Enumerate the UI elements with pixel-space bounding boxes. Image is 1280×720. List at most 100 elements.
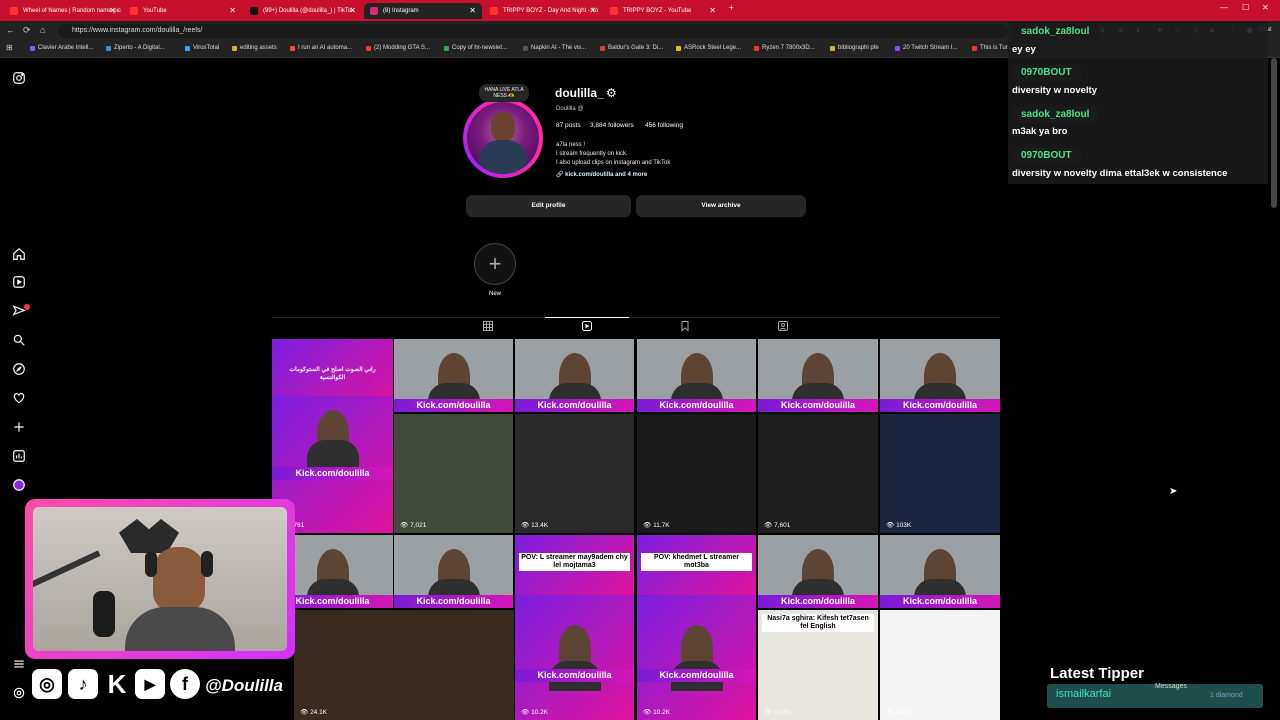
- reel-tile[interactable]: Kick.com/doulilla: [758, 535, 878, 608]
- reel-tile[interactable]: Kick.com/doulilla 👁 10.2K: [515, 595, 634, 720]
- browser-tab[interactable]: TRIPPY BOYZ - Day And Night - Yo ✕: [484, 3, 602, 19]
- reel-tile[interactable]: 👁 13.4K: [515, 414, 634, 533]
- edit-profile-button[interactable]: Edit profile: [466, 195, 631, 217]
- profile-tabs-divider: [272, 317, 1000, 318]
- apps-grid-icon[interactable]: ⊞: [6, 43, 13, 52]
- close-tab-icon[interactable]: ✕: [349, 3, 356, 19]
- reel-tile[interactable]: Kick.com/doulilla: [394, 535, 513, 608]
- reel-tile[interactable]: 👁 103K: [880, 414, 1000, 533]
- reel-tile[interactable]: 👁 7,021: [394, 414, 513, 533]
- close-tab-icon[interactable]: ✕: [109, 3, 116, 19]
- reel-view-count-text: 13.4K: [531, 522, 549, 529]
- close-tab-icon[interactable]: ✕: [229, 3, 236, 19]
- reel-tile[interactable]: Kick.com/doulilla: [515, 339, 634, 412]
- reel-tile[interactable]: Kick.com/doulilla: [637, 339, 756, 412]
- bookmark-item[interactable]: (2) Modding GTA S...: [366, 45, 430, 51]
- followers-count[interactable]: 3,884 followers: [590, 122, 634, 129]
- back-icon[interactable]: ←: [6, 25, 15, 35]
- more-menu-icon[interactable]: [12, 657, 26, 671]
- reload-icon[interactable]: ⟳: [23, 25, 31, 36]
- tab-posts-grid-icon[interactable]: [481, 320, 495, 334]
- messages-button[interactable]: Messages: [1155, 683, 1187, 690]
- bookmark-item[interactable]: Copy of hr-newslet...: [444, 45, 507, 51]
- bookmark-item[interactable]: This is Tur...: [972, 45, 1012, 51]
- reel-tile[interactable]: Kick.com/doulilla: [394, 339, 513, 412]
- minimize-icon[interactable]: —: [1220, 3, 1228, 12]
- reel-caption-text: Kick.com/doulilla: [902, 596, 978, 606]
- settings-gear-icon[interactable]: ⚙: [606, 86, 617, 100]
- bookmark-item[interactable]: Ziperto - A Digital...: [106, 45, 165, 51]
- reel-tile[interactable]: POV: khedmet L streamer mot3ba: [637, 535, 756, 595]
- browser-tab-active[interactable]: (8) Instagram ✕: [364, 3, 482, 19]
- reel-tile[interactable]: POV: L streamer may9adem chy lel mojtama…: [515, 535, 634, 595]
- profile-avatar-icon[interactable]: [12, 478, 26, 492]
- tab-tagged-icon[interactable]: [776, 320, 790, 334]
- close-tab-icon[interactable]: ✕: [589, 3, 596, 19]
- latest-tipper-title: Latest Tipper: [1050, 665, 1144, 682]
- reel-tile[interactable]: Nasi7a sghira: Kifesh tet7asen fel Engli…: [758, 610, 878, 720]
- reel-caption-text: Kick.com/doulilla: [780, 596, 856, 606]
- reel-caption-text: Kick.com/doulilla: [902, 400, 978, 410]
- threads-badge-icon[interactable]: @: [577, 106, 583, 112]
- reels-icon[interactable]: [12, 275, 26, 289]
- reel-tile[interactable]: Kick.com/doulilla: [758, 339, 878, 412]
- reel-view-count: 👁 11.7K: [643, 521, 670, 529]
- bookmark-item[interactable]: bibliographi pfe: [830, 45, 879, 51]
- home-icon[interactable]: [12, 247, 26, 261]
- profile-username: doulilla_: [555, 86, 604, 100]
- browser-tab[interactable]: YouTube ✕: [124, 3, 242, 19]
- reel-tile[interactable]: Kick.com/doulilla: [880, 339, 1000, 412]
- close-window-icon[interactable]: ✕: [1262, 3, 1269, 12]
- bio-link[interactable]: 🔗 kick.com/doulilla and 4 more: [556, 171, 647, 178]
- browser-tab[interactable]: Wheel of Names | Random name pic ✕: [4, 3, 122, 19]
- create-plus-icon[interactable]: [12, 420, 26, 434]
- kick-icon: K: [102, 669, 132, 699]
- instagram-logo-icon[interactable]: [12, 71, 26, 85]
- reel-tile[interactable]: 👁 11.7K: [637, 414, 756, 533]
- bookmark-item[interactable]: Napkin AI - The vis...: [523, 45, 586, 51]
- reel-tile[interactable]: Kick.com/doulilla: [880, 535, 1000, 608]
- url-input[interactable]: https://www.instagram.com/doulilla_/reel…: [58, 24, 1008, 38]
- reel-view-count: 👁 15.2K: [886, 708, 913, 716]
- new-highlight-button[interactable]: +: [474, 243, 516, 285]
- eye-icon: 👁: [643, 709, 654, 716]
- explore-icon[interactable]: [12, 362, 26, 376]
- close-tab-icon[interactable]: ✕: [709, 3, 716, 19]
- browser-tab[interactable]: (99+) Doulilla (@doulilla_) | TikTok ✕: [244, 3, 362, 19]
- bookmark-item[interactable]: editing assets: [232, 45, 277, 51]
- reel-tile[interactable]: Kick.com/doulilla 👁 10.2K: [637, 595, 756, 720]
- reel-tile[interactable]: 👁 7,601: [758, 414, 878, 533]
- browser-tab[interactable]: TRIPPY BOYZ - YouTube ✕: [604, 3, 722, 19]
- bookmark-item[interactable]: I run an AI automa...: [290, 45, 352, 51]
- tab-label: (99+) Doulilla (@doulilla_) | TikTok: [263, 8, 355, 14]
- bookmark-item[interactable]: Baldur's Gate 3: Di...: [600, 45, 663, 51]
- tab-label: TRIPPY BOYZ - YouTube: [623, 8, 692, 14]
- reel-overlay-text: Nasi7a sghira: Kifesh tet7asen fel Engli…: [762, 614, 874, 632]
- view-archive-button[interactable]: View archive: [636, 195, 806, 217]
- new-tab-button[interactable]: +: [729, 3, 734, 12]
- reel-tile[interactable]: 👁 15.2K: [880, 610, 1000, 720]
- bookmark-item[interactable]: Ryzen 7 7800x3D...: [754, 45, 815, 51]
- notifications-heart-icon[interactable]: [12, 391, 26, 405]
- reel-view-count-text: 10.8K: [774, 709, 792, 716]
- following-count[interactable]: 456 following: [645, 122, 683, 129]
- reel-caption: Kick.com/doulilla: [637, 399, 756, 412]
- search-icon[interactable]: [12, 333, 26, 347]
- threads-icon[interactable]: [12, 686, 26, 700]
- bookmark-item[interactable]: ASRock Steel Lege...: [676, 45, 741, 51]
- profile-note[interactable]: HANA LIVE ATLA NESS 🫶: [479, 84, 529, 102]
- bookmark-item[interactable]: VirusTotal: [185, 45, 219, 51]
- reel-view-count: 👁 10.8K: [764, 708, 791, 716]
- tab-reels-icon[interactable]: [580, 320, 594, 334]
- bookmark-item[interactable]: Clavier Arabe Intell...: [30, 45, 93, 51]
- close-tab-icon[interactable]: ✕: [469, 3, 476, 19]
- profile-avatar[interactable]: [467, 102, 539, 174]
- page-scrollbar[interactable]: [1271, 58, 1277, 208]
- home-icon[interactable]: ⌂: [40, 25, 45, 35]
- bookmark-item[interactable]: 20 Twitch Stream I...: [895, 45, 958, 51]
- dashboard-icon[interactable]: [12, 449, 26, 463]
- reel-tile[interactable]: 👁 24.1K: [294, 610, 514, 720]
- maximize-icon[interactable]: ☐: [1242, 3, 1249, 12]
- reel-view-count-text: 10.2K: [531, 709, 549, 716]
- tab-saved-icon[interactable]: [678, 320, 692, 334]
